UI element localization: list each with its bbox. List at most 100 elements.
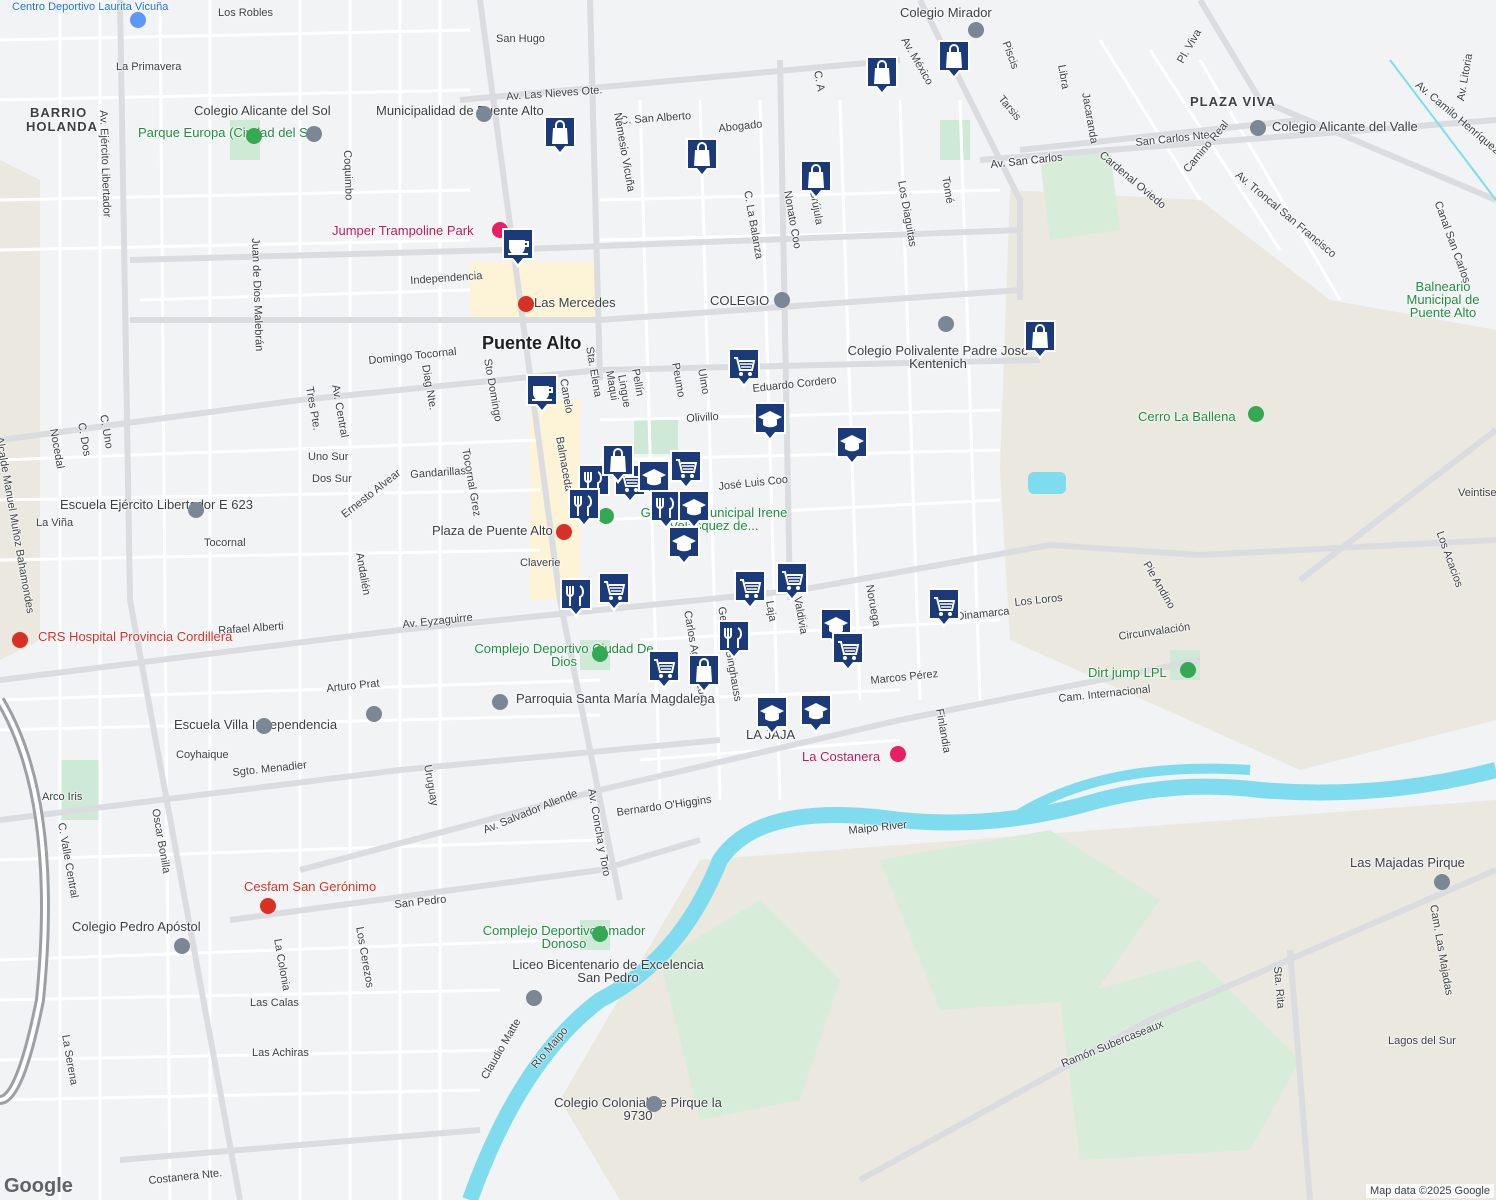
coffee-marker[interactable] <box>524 372 560 416</box>
sports-icon[interactable] <box>592 646 608 662</box>
metro-icon[interactable] <box>518 296 534 312</box>
place-icon[interactable] <box>130 12 146 28</box>
shopping-cart-marker[interactable] <box>732 568 768 612</box>
hospital-icon[interactable] <box>12 632 28 648</box>
school-icon[interactable] <box>646 1096 662 1112</box>
area-label: BARRIO <box>30 105 88 120</box>
school-marker[interactable] <box>754 694 790 738</box>
school-icon[interactable] <box>526 990 542 1006</box>
shopping-icon[interactable] <box>890 746 906 762</box>
poi-label[interactable]: Plaza de Puente Alto <box>432 524 553 537</box>
shopping-bag-marker[interactable] <box>542 114 578 158</box>
shopping-cart-marker[interactable] <box>646 648 682 692</box>
shopping-bag-marker[interactable] <box>936 38 972 82</box>
street-label: Las Calas <box>250 997 299 1009</box>
street-label: Los Robles <box>218 7 274 19</box>
street-label: Coquimbo <box>341 149 355 201</box>
poi-label[interactable]: Balneario Municipal de Puente Alto <box>1390 280 1496 319</box>
school-icon[interactable] <box>1250 120 1266 136</box>
poi-label[interactable]: Dirt jump LPL <box>1088 666 1167 679</box>
poi-label[interactable]: Las Majadas Pirque <box>1350 856 1465 869</box>
poi-label[interactable]: Colegio Colonial de Pirque la 9730 <box>538 1096 738 1122</box>
school-icon[interactable] <box>306 126 322 142</box>
street-label: Sta. Rita <box>1271 965 1287 1009</box>
shopping-cart-marker[interactable] <box>926 586 962 630</box>
street-label: Tocornal <box>204 537 246 549</box>
poi-label[interactable]: Liceo Bicentenario de Excelencia San Ped… <box>508 958 708 984</box>
shopping-cart-marker[interactable] <box>830 630 866 674</box>
street-label: Av. Ejército Libertador <box>97 109 113 218</box>
shopping-cart-marker[interactable] <box>774 560 810 604</box>
school-icon[interactable] <box>968 22 984 38</box>
church-icon[interactable] <box>492 694 508 710</box>
poi-label[interactable]: Jumper Trampoline Park <box>332 224 474 237</box>
poi-label[interactable]: Colegio Alicante del Valle <box>1272 120 1418 133</box>
school-icon[interactable] <box>1434 874 1450 890</box>
school-marker[interactable] <box>666 524 702 568</box>
poi-label[interactable]: Las Mercedes <box>534 296 616 309</box>
school-icon[interactable] <box>256 718 272 734</box>
restaurant-marker[interactable] <box>558 576 594 620</box>
poi-label[interactable]: COLEGIO <box>710 294 769 307</box>
poi-label[interactable]: Escuela Ejército Libertador E 623 <box>60 498 253 511</box>
poi-label[interactable]: Complejo Deportivo Ciudad De Dios <box>464 642 664 668</box>
school-marker[interactable] <box>834 424 870 468</box>
poi-label[interactable]: Parroquia Santa María Magdalena <box>516 692 715 705</box>
shopping-bag-marker[interactable] <box>684 136 720 180</box>
poi-label[interactable]: Gimnasio Municipal Irene Velásquez de... <box>614 506 814 532</box>
poi-label[interactable]: CRS Hospital Provincia Cordillera <box>38 630 232 643</box>
sports-icon[interactable] <box>592 926 608 942</box>
street-label: Claverie <box>520 557 561 569</box>
poi-label[interactable]: Colegio Mirador <box>900 6 992 19</box>
city-label: Puente Alto <box>482 333 582 353</box>
restaurant-marker[interactable] <box>566 486 602 530</box>
shopping-cart-marker[interactable] <box>726 346 762 390</box>
street-label: Dos Sur <box>312 473 352 485</box>
poi-label[interactable]: Centro Deportivo Laurita Vicuña <box>12 2 168 13</box>
street-label: Olivillo <box>685 410 720 425</box>
street-label: La Viña <box>36 517 74 529</box>
street-label: Lagos del Sur <box>1388 1035 1456 1047</box>
school-icon[interactable] <box>366 706 382 722</box>
area-label: HOLANDA <box>26 119 98 134</box>
street-label: Uno Sur <box>308 451 349 463</box>
school-icon[interactable] <box>188 502 204 518</box>
street-label: Arco Iris <box>42 791 83 803</box>
bike-icon[interactable] <box>1180 662 1196 678</box>
shopping-bag-marker[interactable] <box>864 54 900 98</box>
street-label: Coyhaique <box>176 749 229 761</box>
mountain-icon[interactable] <box>1248 406 1264 422</box>
poi-label[interactable]: La Costanera <box>802 750 880 763</box>
coffee-marker[interactable] <box>500 226 536 270</box>
shopping-bag-marker[interactable] <box>600 442 636 486</box>
map-credit[interactable]: Map data ©2025 Google <box>1365 1184 1494 1198</box>
park-icon[interactable] <box>246 128 262 144</box>
poi-label[interactable]: Colegio Polivalente Padre José Kentenich <box>838 344 1038 370</box>
shopping-bag-marker[interactable] <box>1022 318 1058 362</box>
poi-label[interactable]: Parque Europa (Ciudad del Sol) <box>138 126 322 139</box>
map-canvas[interactable]: Puente Alto BARRIO HOLANDA PLAZA VIVA Los Ro… <box>0 0 1496 1200</box>
poi-label[interactable]: Municipalidad de Puente Alto <box>376 104 544 117</box>
shopping-bag-marker[interactable] <box>798 158 834 202</box>
poi-label[interactable]: Cerro La Ballena <box>1138 410 1236 423</box>
street-label: Veintiseis <box>1458 487 1496 499</box>
school-marker[interactable] <box>798 692 834 736</box>
poi-label[interactable]: Cesfam San Gerónimo <box>244 880 376 893</box>
area-label: PLAZA VIVA <box>1190 94 1276 109</box>
civic-icon[interactable] <box>476 106 492 122</box>
poi-label[interactable]: Colegio Pedro Apóstol <box>72 920 201 933</box>
school-icon[interactable] <box>774 292 790 308</box>
street-label: San Hugo <box>496 33 545 45</box>
school-marker[interactable] <box>752 400 788 444</box>
hospital-icon[interactable] <box>260 898 276 914</box>
shopping-cart-marker[interactable] <box>668 448 704 492</box>
street-label: C. A <box>811 69 827 93</box>
poi-label[interactable]: Colegio Alicante del Sol <box>194 104 331 117</box>
poi-label[interactable]: Complejo Deportivo Amador Donoso <box>464 924 664 950</box>
school-icon[interactable] <box>938 316 954 332</box>
street-label: Las Achiras <box>252 1047 309 1059</box>
street-label: La Primavera <box>116 61 182 73</box>
shopping-cart-marker[interactable] <box>596 570 632 614</box>
school-icon[interactable] <box>174 938 190 954</box>
shopping-bag-marker[interactable] <box>686 652 722 696</box>
